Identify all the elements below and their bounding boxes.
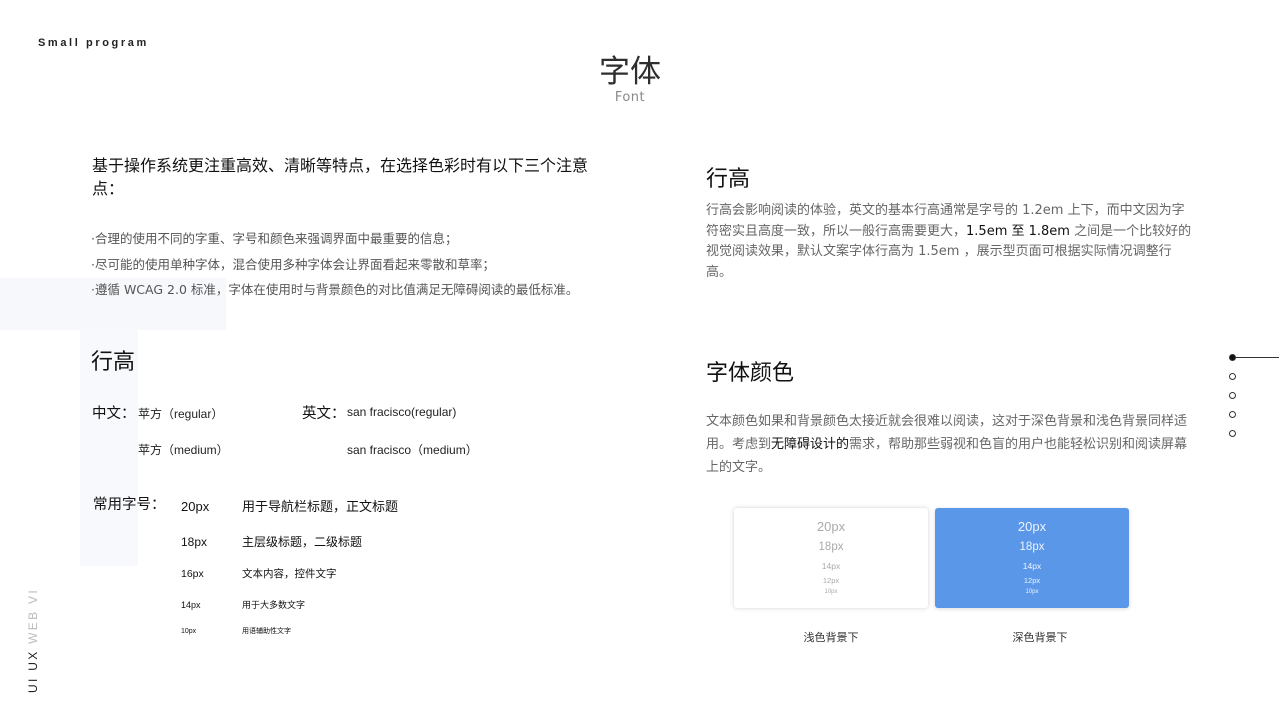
- english-label: 英文：: [302, 406, 346, 422]
- pagination-dot[interactable]: [1229, 411, 1236, 418]
- size-row: 10px 用语辅助性文字: [181, 626, 291, 636]
- english-font-medium: san fracisco（medium）: [347, 443, 478, 457]
- emphasis: 无障碍设计的: [771, 437, 850, 452]
- font-color-heading: 字体颜色: [706, 361, 795, 386]
- intro-bullets: ·合理的使用不同的字重、字号和颜色来强调界面中最重要的信息； ·尽可能的使用单种…: [91, 226, 578, 303]
- size-value: 20px: [181, 499, 210, 514]
- bullet-item: ·合理的使用不同的字重、字号和颜色来强调界面中最重要的信息；: [91, 231, 458, 246]
- light-background-caption: 浅色背景下: [803, 631, 859, 644]
- english-font-regular: san fracisco(regular): [347, 405, 457, 419]
- sample-10px: 10px: [824, 589, 838, 595]
- emphasis: 1.5em 至 1.8em: [966, 223, 1070, 239]
- line-height-text: 行高会影响阅读的体验，英文的基本行高通常是字号的 1.2em 上下，而中文因为字…: [706, 203, 1192, 280]
- size-desc: 用于导航栏标题，正文标题: [242, 500, 399, 515]
- pagination-dot[interactable]: [1229, 392, 1236, 399]
- line-height-heading: 行高: [706, 167, 751, 192]
- common-sizes-label: 常用字号：: [93, 497, 166, 513]
- bullet-item: ·遵循 WCAG 2.0 标准，字体在使用时与背景颜色的对比值满足无障碍阅读的最…: [91, 282, 579, 297]
- pagination-line: [1235, 357, 1279, 358]
- size-desc: 文本内容，控件文字: [242, 568, 337, 580]
- sample-20px: 20px: [1017, 519, 1047, 534]
- sample-10px: 10px: [1025, 589, 1039, 595]
- light-background-sample: 20px 18px 14px 12px 10px: [734, 508, 928, 608]
- pagination-dot[interactable]: [1229, 354, 1236, 361]
- section-heading-line-height: 行高: [91, 350, 136, 375]
- pagination-dot[interactable]: [1229, 373, 1236, 380]
- intro-heading: 基于操作系统更注重高效、清晰等特点，在选择色彩时有以下三个注意点：: [92, 156, 589, 198]
- sample-14px: 14px: [1022, 561, 1042, 571]
- chinese-label: 中文：: [92, 406, 136, 422]
- size-row: 14px 用于大多数文字: [181, 598, 305, 611]
- sample-14px: 14px: [821, 561, 841, 571]
- dark-background-sample: 20px 18px 14px 12px 10px: [935, 508, 1129, 608]
- sample-18px: 18px: [1019, 541, 1045, 553]
- side-category-label: UI UX WEB VI: [26, 588, 40, 693]
- size-desc: 主层级标题，二级标题: [242, 535, 363, 549]
- page-title: 字体: [599, 54, 661, 90]
- chinese-font-regular: 苹方（regular）: [138, 407, 224, 421]
- bullet-item: ·尽可能的使用单种字体，混合使用多种字体会让界面看起来零散和草率；: [91, 256, 495, 272]
- sample-12px: 12px: [1023, 576, 1041, 585]
- size-value: 10px: [181, 628, 197, 635]
- chinese-font-medium: 苹方（medium）: [138, 443, 229, 457]
- size-desc: 用语辅助性文字: [242, 627, 291, 635]
- size-desc: 用于大多数文字: [242, 601, 306, 611]
- size-value: 14px: [181, 600, 201, 610]
- size-value: 18px: [181, 535, 208, 549]
- page-subtitle: Font: [614, 90, 646, 105]
- dark-background-caption: 深色背景下: [1012, 631, 1068, 644]
- font-color-text: 文本颜色如果和背景颜色太接近就会很难以阅读，这对于深色背景和浅色背景同样适用。考…: [706, 414, 1188, 475]
- size-row: 18px 主层级标题，二级标题: [181, 533, 362, 550]
- sample-12px: 12px: [822, 576, 840, 585]
- pagination-dot[interactable]: [1229, 430, 1236, 437]
- sample-18px: 18px: [818, 541, 844, 553]
- sample-20px: 20px: [816, 519, 846, 534]
- size-row: 20px 用于导航栏标题，正文标题: [181, 496, 398, 515]
- size-row: 16px 文本内容，控件文字: [181, 566, 337, 581]
- size-value: 16px: [181, 568, 204, 580]
